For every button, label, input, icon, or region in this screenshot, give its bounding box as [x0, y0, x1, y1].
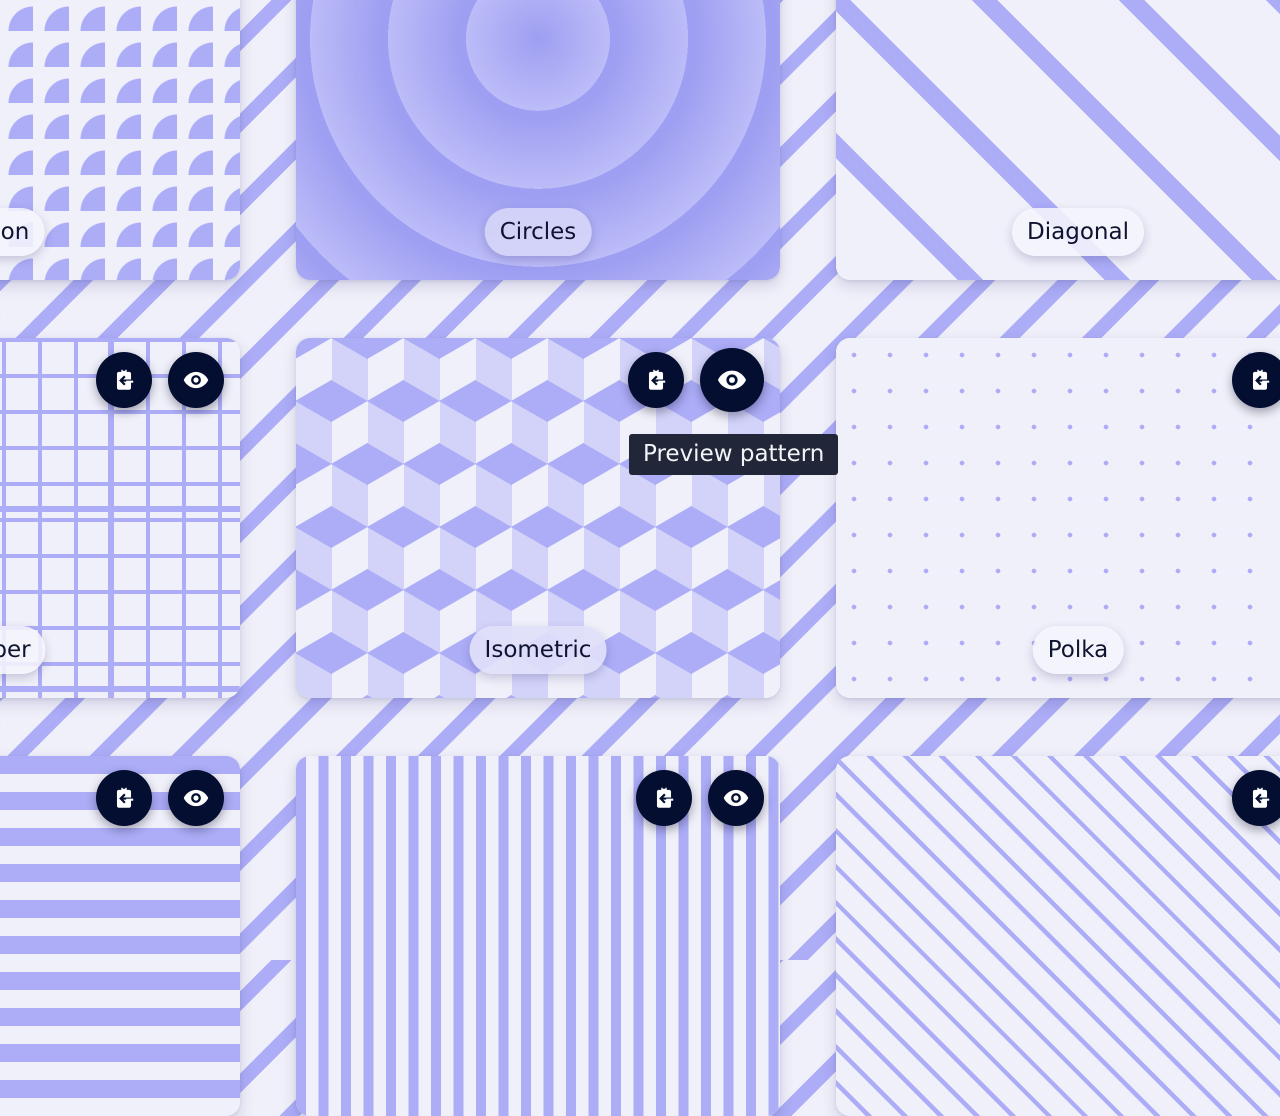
clipboard-paste-icon — [111, 785, 137, 811]
preview-pattern-button[interactable] — [168, 352, 224, 408]
copy-pattern-button[interactable] — [1232, 770, 1280, 826]
pattern-card-diagonal[interactable]: Diagonal — [836, 0, 1280, 280]
copy-pattern-button[interactable] — [1232, 352, 1280, 408]
preview-pattern-tooltip: Preview pattern — [629, 434, 839, 475]
preview-pattern-button[interactable] — [168, 770, 224, 826]
pattern-label: Polka — [1032, 626, 1124, 674]
card-actions — [636, 770, 764, 826]
pattern-label: Circles — [484, 208, 592, 256]
card-actions — [96, 770, 224, 826]
clipboard-paste-icon — [111, 367, 137, 393]
copy-pattern-button[interactable] — [96, 770, 152, 826]
eye-icon — [182, 784, 210, 812]
eye-icon — [722, 784, 750, 812]
copy-pattern-button[interactable] — [628, 352, 684, 408]
pattern-card-diagonal-lines[interactable] — [836, 756, 1280, 1116]
pattern-card-vertical-stripes[interactable] — [296, 756, 780, 1116]
pattern-label: Moon — [0, 208, 45, 256]
pattern-card-polka[interactable]: Polka — [836, 338, 1280, 698]
clipboard-paste-icon — [1247, 367, 1273, 393]
pattern-card-circles[interactable]: Circles — [296, 0, 780, 280]
pattern-label: Diagonal — [1012, 208, 1144, 256]
eye-icon — [716, 364, 748, 396]
card-actions — [1232, 352, 1280, 408]
copy-pattern-button[interactable] — [96, 352, 152, 408]
preview-pattern-button[interactable] — [700, 348, 764, 412]
card-actions — [96, 352, 224, 408]
pattern-card-moon[interactable]: Moon — [0, 0, 240, 280]
pattern-card-paper[interactable]: Paper — [0, 338, 240, 698]
pattern-label: Isometric — [469, 626, 607, 674]
pattern-card-horizontal-stripes[interactable] — [0, 756, 240, 1116]
card-actions — [628, 348, 764, 412]
pattern-preview-diagonal-lines — [836, 756, 1280, 1116]
copy-pattern-button[interactable] — [636, 770, 692, 826]
eye-icon — [182, 366, 210, 394]
card-actions — [1232, 770, 1280, 826]
clipboard-paste-icon — [651, 785, 677, 811]
clipboard-paste-icon — [643, 367, 669, 393]
clipboard-paste-icon — [1247, 785, 1273, 811]
preview-pattern-button[interactable] — [708, 770, 764, 826]
pattern-card-isometric[interactable]: Isometric — [296, 338, 780, 698]
